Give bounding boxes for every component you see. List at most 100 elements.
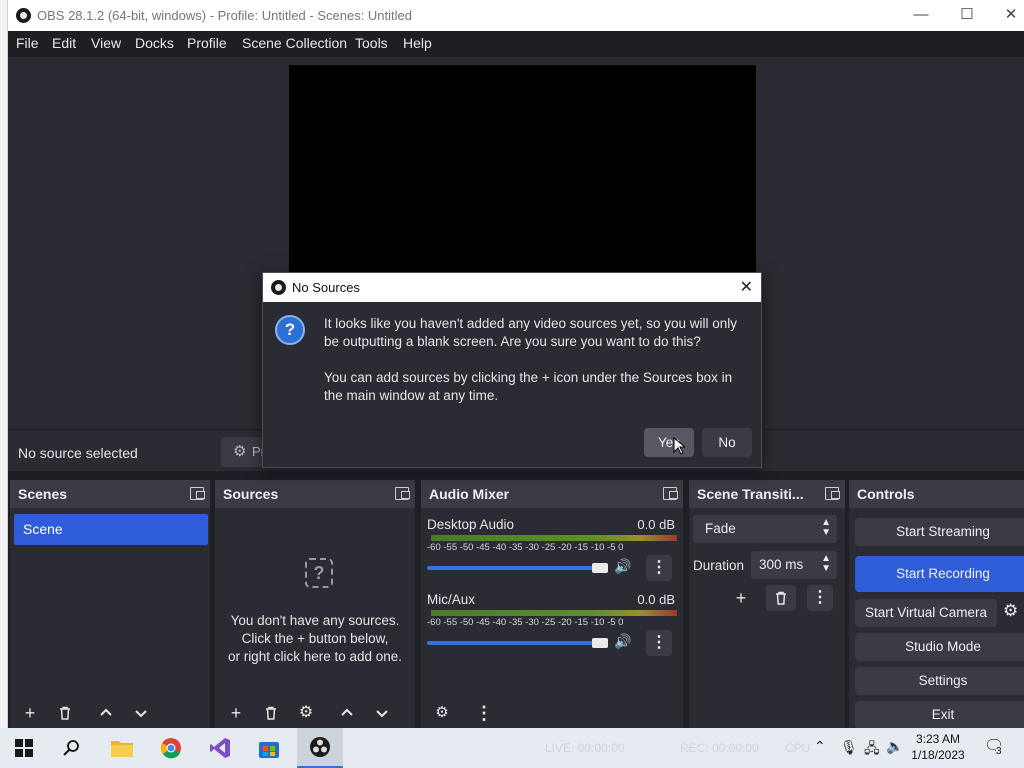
dialog-close-icon[interactable]: ✕ [740,277,753,297]
volume-slider-handle[interactable] [592,563,608,573]
windows-start-icon[interactable] [10,734,38,762]
undock-icon[interactable] [825,487,840,500]
question-mark-icon: ? [305,558,333,588]
advanced-audio-gears-icon[interactable]: ⚙ [427,700,457,726]
rec-status: REC: 00:00:00 [680,741,759,755]
audio-mixer-header: Audio Mixer [421,480,683,508]
menu-docks[interactable]: Docks [135,35,174,51]
remove-transition-trash-icon[interactable] [766,585,796,611]
remove-source-trash-icon[interactable] [256,700,286,726]
virtual-camera-settings-gear-icon[interactable]: ⚙ [1003,601,1018,621]
undock-icon[interactable] [663,487,678,500]
start-streaming-button[interactable]: Start Streaming [855,518,1024,546]
store-icon[interactable] [255,734,283,762]
audio-mixer-title: Audio Mixer [429,486,510,502]
channel-db: 0.0 dB [637,517,675,532]
start-virtual-camera-button[interactable]: Start Virtual Camera [855,599,997,627]
scenes-dock-header: Scenes [10,480,210,508]
yes-button[interactable]: Yes [644,428,694,457]
source-properties-gear-icon[interactable]: ⚙ [291,700,321,726]
studio-mode-button[interactable]: Studio Mode [855,633,1024,661]
move-scene-up-icon[interactable] [91,700,121,726]
menu-file[interactable]: File [16,35,39,51]
volume-slider[interactable] [427,641,605,645]
sources-dock: Sources ? You don't have any sources. Cl… [215,480,415,728]
no-button[interactable]: No [702,428,752,457]
audio-mixer-dock: Audio Mixer Desktop Audio 0.0 dB -60 -55… [421,480,683,728]
clock-date: 1/18/2023 [911,748,965,762]
microphone-icon[interactable]: 🎙 [840,739,858,756]
volume-icon[interactable]: 🔈 [886,738,903,755]
chevron-up-icon[interactable]: ⌃ [814,738,826,755]
network-icon[interactable]: 🖧 [864,738,880,762]
volume-slider[interactable] [427,566,605,570]
mixer-menu-icon[interactable]: ⋮ [469,700,499,726]
channel-db: 0.0 dB [637,592,675,607]
window-title: OBS 28.1.2 (64-bit, windows) - Profile: … [37,8,412,23]
close-button[interactable]: ✕ [996,4,1024,26]
dialog-title-bar: No Sources ✕ [263,273,761,302]
minimize-button[interactable]: — [906,4,936,26]
move-scene-down-icon[interactable] [126,700,156,726]
file-explorer-icon[interactable] [108,734,136,762]
volume-meter [431,610,677,616]
spin-arrow-icon: ▲ ▼ [821,553,831,574]
cpu-status: CPU [785,741,811,755]
maximize-button[interactable]: ☐ [952,4,982,26]
menu-view[interactable]: View [91,35,121,51]
sources-toolbar: + ⚙ [215,702,415,728]
duration-spinbox[interactable]: 300 ms ▲ ▼ [751,551,837,579]
search-icon[interactable] [58,734,86,762]
exit-button[interactable]: Exit [855,701,1024,728]
controls-dock: Controls Start Streaming Start Recording… [849,480,1024,728]
add-transition-plus-icon[interactable]: + [726,585,756,611]
start-recording-button[interactable]: Start Recording [855,556,1024,592]
undock-icon[interactable] [395,487,410,500]
add-scene-plus-icon[interactable]: + [15,700,45,726]
sources-empty-message[interactable]: You don't have any sources. Click the + … [215,612,415,666]
move-source-down-icon[interactable] [367,700,397,726]
audio-mixer-toolbar: ⚙ ⋮ [421,702,683,728]
clock[interactable]: 3:23 AM 1/18/2023 [904,731,972,763]
obs-logo-icon [16,8,31,23]
menu-scene-collection[interactable]: Scene Collection [242,35,347,51]
remove-scene-trash-icon[interactable] [50,700,80,726]
channel-menu-icon[interactable]: ⋮ [646,630,672,656]
scenes-dock: Scenes Scene + [10,480,210,728]
scene-transitions-title: Scene Transiti... [697,486,804,502]
menu-profile[interactable]: Profile [187,35,227,51]
controls-title: Controls [857,486,915,502]
channel-menu-icon[interactable]: ⋮ [646,555,672,581]
no-sources-dialog: No Sources ✕ ? It looks like you haven't… [262,272,762,468]
speaker-icon[interactable]: 🔊 [614,633,631,650]
scene-transitions-header: Scene Transiti... [689,480,845,508]
transition-select[interactable]: Fade ▲ ▼ [693,515,837,543]
sources-dock-header: Sources [215,480,415,508]
transition-menu-icon[interactable]: ⋮ [807,585,833,611]
menu-help[interactable]: Help [403,35,432,51]
menu-tools[interactable]: Tools [355,35,388,51]
sources-title: Sources [223,486,279,502]
add-source-plus-icon[interactable]: + [221,700,251,726]
taskbar: LIVE: 00:00:00 REC: 00:00:00 CPU ⌃ 🎙 🖧 🔈… [0,728,1024,768]
scenes-title: Scenes [18,486,68,502]
chrome-icon[interactable] [157,734,185,762]
move-source-up-icon[interactable] [332,700,362,726]
notification-count: 3 [996,746,1002,757]
scene-list-item[interactable]: Scene [14,514,208,545]
menu-edit[interactable]: Edit [52,35,76,51]
scene-transitions-dock: Scene Transiti... Fade ▲ ▼ Duration 300 m… [689,480,845,728]
live-status: LIVE: 00:00:00 [545,741,625,755]
gear-icon: ⚙ [233,443,247,460]
question-icon: ? [275,315,305,345]
speaker-icon[interactable]: 🔊 [614,558,631,575]
visual-studio-icon[interactable] [206,734,234,762]
empty-line-2: Click the + button below, [241,631,389,646]
undock-icon[interactable] [190,487,205,500]
volume-slider-handle[interactable] [592,638,608,648]
duration-value: 300 ms [759,557,804,572]
menu-bar: File Edit View Docks Profile Scene Colle… [8,31,1024,57]
settings-button[interactable]: Settings [855,667,1024,695]
obs-taskbar-icon[interactable] [297,728,343,768]
controls-header: Controls [849,480,1024,508]
